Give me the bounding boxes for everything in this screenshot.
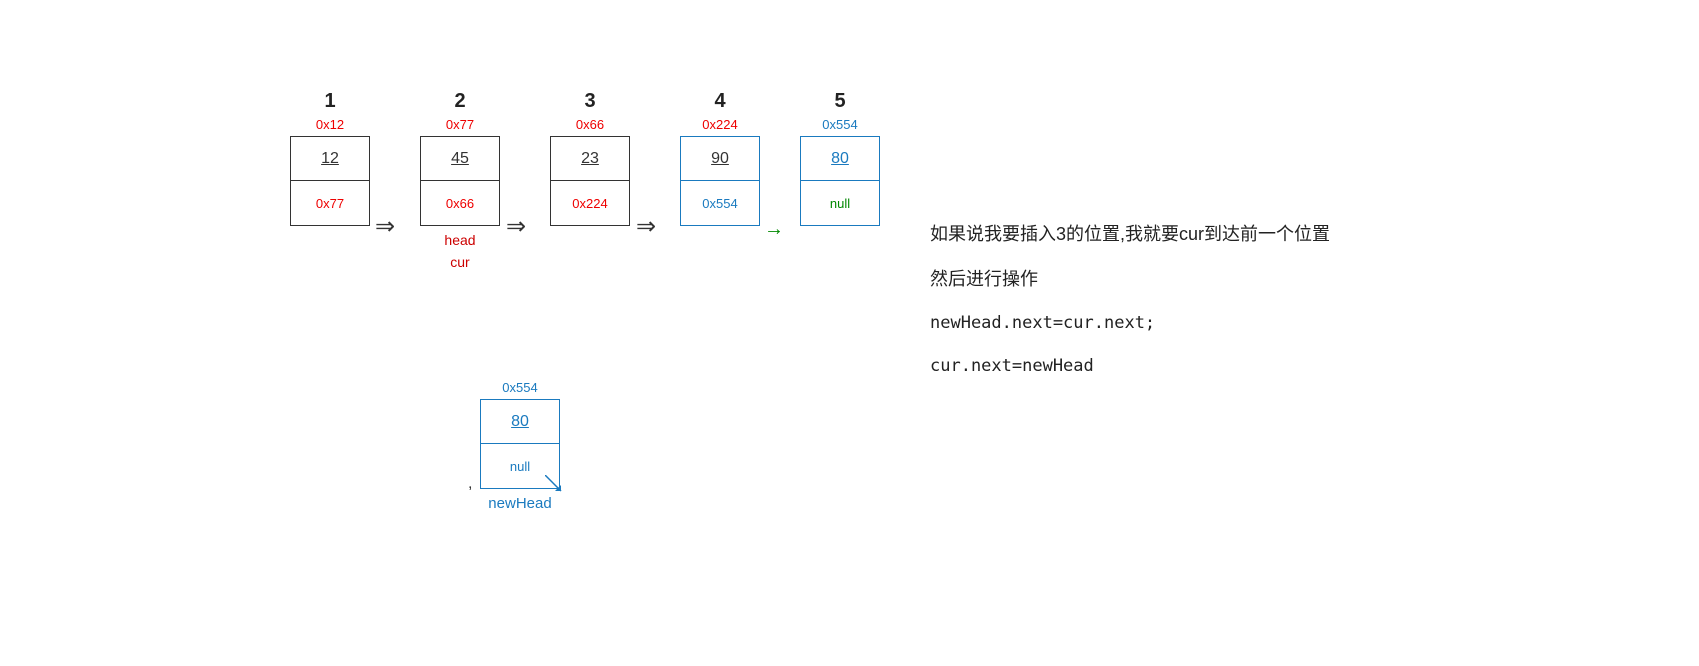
node-3: 3 0x66 23 0x224 <box>550 90 630 226</box>
node-2-data: 45 <box>421 137 499 181</box>
node-4-address: 0x224 <box>702 117 737 132</box>
new-head-label: newHead <box>488 495 551 512</box>
node-5-data: 80 <box>801 137 879 181</box>
node-5-next: null <box>801 181 879 225</box>
node-2-next: 0x66 <box>421 181 499 225</box>
new-head-comma: , <box>468 475 472 493</box>
node-4-index: 4 <box>714 90 725 113</box>
node-1-data: 12 <box>291 137 369 181</box>
node-1-address: 0x12 <box>316 117 344 132</box>
node-2-box: 45 0x66 <box>420 136 500 226</box>
text-line-3: newHead.next=cur.next; <box>930 310 1630 337</box>
node-3-index: 3 <box>584 90 595 113</box>
node-1-box: 12 0x77 <box>290 136 370 226</box>
node-5-box: 80 null <box>800 136 880 226</box>
text-line-1: 如果说我要插入3的位置,我就要cur到达前一个位置 <box>930 220 1630 249</box>
arrow-4: → <box>764 218 784 241</box>
node-3-address: 0x66 <box>576 117 604 132</box>
node-4-box: 90 0x554 <box>680 136 760 226</box>
node-4: 4 0x224 90 0x554 <box>680 90 760 226</box>
node-2-address: 0x77 <box>446 117 474 132</box>
new-head-arrow-icon <box>545 475 565 495</box>
node-2-head-label: head <box>444 232 475 248</box>
node-2: 2 0x77 45 0x66 head cur <box>420 90 500 270</box>
new-head-address: 0x554 <box>502 380 537 395</box>
node-1-index: 1 <box>324 90 335 113</box>
text-line-2: 然后进行操作 <box>930 265 1630 294</box>
node-2-index: 2 <box>454 90 465 113</box>
node-5: 5 0x554 80 null <box>800 90 880 226</box>
node-5-index: 5 <box>834 90 845 113</box>
node-5-address: 0x554 <box>822 117 857 132</box>
node-1: 1 0x12 12 0x77 <box>290 90 370 226</box>
node-1-next: 0x77 <box>291 181 369 225</box>
node-3-next: 0x224 <box>551 181 629 225</box>
text-panel: 如果说我要插入3的位置,我就要cur到达前一个位置 然后进行操作 newHead… <box>930 220 1630 396</box>
arrow-2: ⇒ <box>506 212 526 241</box>
arrow-3: ⇒ <box>636 212 656 241</box>
node-2-cur-label: cur <box>450 254 469 270</box>
node-3-box: 23 0x224 <box>550 136 630 226</box>
text-line-4: cur.next=newHead <box>930 353 1630 380</box>
arrow-1: ⇒ <box>375 212 395 241</box>
new-head-data: 80 <box>481 400 559 444</box>
node-4-next: 0x554 <box>681 181 759 225</box>
node-4-data: 90 <box>681 137 759 181</box>
node-3-data: 23 <box>551 137 629 181</box>
